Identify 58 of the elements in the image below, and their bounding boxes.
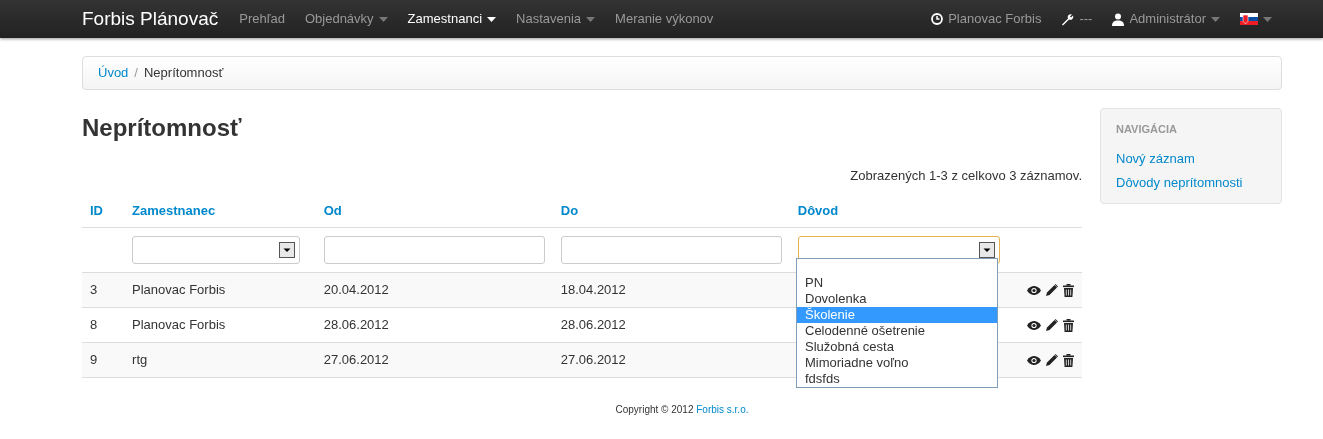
dropdown-option[interactable]: PN — [797, 275, 997, 291]
nav-link[interactable]: Administrátor — [1102, 9, 1230, 29]
nav-link[interactable]: Zamestnanci — [397, 9, 507, 29]
wrench-icon — [1061, 12, 1075, 26]
table-cell: 9 — [90, 352, 98, 368]
sidebar-heading: NAVIGÁCIA — [1116, 122, 1178, 137]
table-cell: Planovac Forbis — [132, 317, 226, 333]
view-icon[interactable] — [1027, 320, 1041, 330]
sidebar-link[interactable]: Dôvody neprítomnosti — [1116, 170, 1266, 195]
summary-text: Zobrazených 1-3 z celkovo 3 záznamov. — [850, 167, 1082, 185]
edit-icon[interactable] — [1046, 354, 1058, 366]
dropdown-option[interactable]: Školenie — [797, 307, 997, 323]
brand-logo-text[interactable]: Forbis Plánovač — [82, 4, 219, 34]
table-cell: 18.04.2012 — [560, 282, 626, 298]
column-header[interactable]: Od — [323, 202, 342, 218]
dropdown-option[interactable]: fdsfds — [797, 371, 997, 387]
breadcrumb-link[interactable]: Úvod — [98, 63, 129, 83]
table-cell: rtg — [132, 352, 148, 368]
delete-icon[interactable] — [1063, 283, 1074, 297]
filter-input[interactable] — [560, 236, 782, 264]
view-icon[interactable] — [1027, 285, 1041, 295]
table-cell: Planovac Forbis — [132, 282, 226, 298]
table-cell: 8 — [90, 317, 98, 333]
table-cell: 27.06.2012 — [323, 352, 389, 368]
nav-link[interactable]: Prehľad — [229, 9, 295, 29]
filter-input[interactable] — [323, 236, 545, 264]
copyright-text: Copyright © 2012 Forbis s.r.o. — [615, 403, 749, 417]
edit-icon[interactable] — [1046, 284, 1058, 296]
table-cell: 28.06.2012 — [323, 317, 389, 333]
column-header[interactable]: Do — [560, 202, 579, 218]
dropdown-option[interactable]: Služobná cesta — [797, 339, 997, 355]
delete-icon[interactable] — [1063, 353, 1074, 367]
table-cell: 20.04.2012 — [323, 282, 389, 298]
view-icon[interactable] — [1027, 355, 1041, 365]
dropdown-option[interactable]: Celodenné ošetrenie — [797, 323, 997, 339]
breadcrumb-separator: / — [134, 64, 138, 83]
user-icon — [1112, 12, 1125, 26]
breadcrumb-current: Neprítomnosť — [144, 64, 224, 83]
nav-link[interactable]: Planovac Forbis — [921, 9, 1052, 29]
nav-link[interactable]: --- — [1051, 9, 1103, 29]
delete-icon[interactable] — [1063, 318, 1074, 332]
column-header[interactable]: Zamestnanec — [132, 202, 216, 218]
table-cell: 27.06.2012 — [560, 352, 626, 368]
table-cell: 3 — [90, 282, 98, 298]
dropdown-option[interactable]: Mimoriadne voľno — [797, 355, 997, 371]
sidebar-link[interactable]: Nový záznam — [1116, 146, 1266, 171]
footer-link[interactable]: Forbis s.r.o. — [696, 404, 749, 415]
table-cell: 28.06.2012 — [560, 317, 626, 333]
page-title: Neprítomnosť — [82, 113, 243, 143]
flag-icon — [1240, 13, 1258, 25]
nav-link[interactable]: Nastavenia — [506, 9, 606, 29]
edit-icon[interactable] — [1046, 319, 1058, 331]
clock-icon — [931, 13, 944, 25]
column-header[interactable]: Dôvod — [797, 202, 839, 218]
nav-link[interactable]: Objednávky — [294, 9, 398, 29]
nav-link[interactable]: Meranie výkonov — [605, 9, 724, 29]
column-header[interactable]: ID — [90, 202, 103, 218]
dropdown-option[interactable]: Dovolenka — [797, 291, 997, 307]
